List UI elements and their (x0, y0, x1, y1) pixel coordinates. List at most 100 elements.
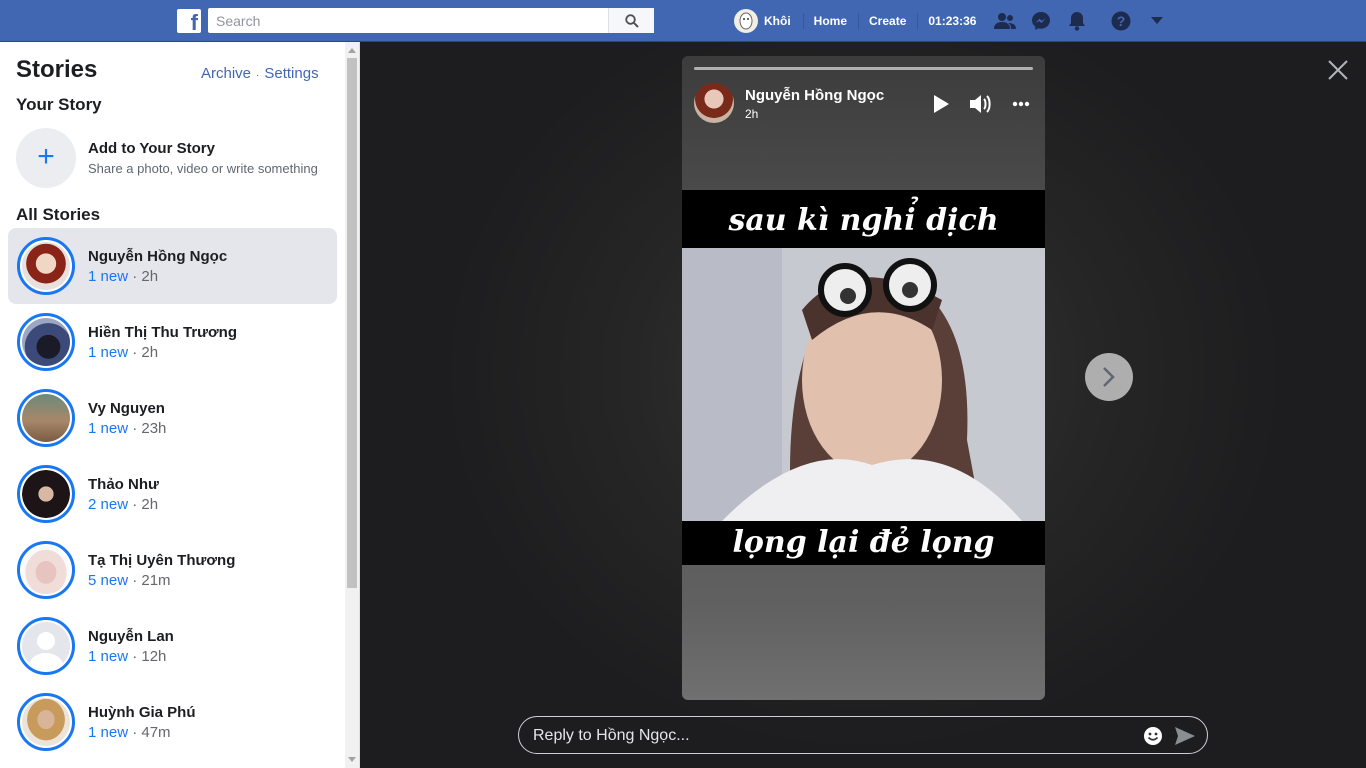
facebook-logo[interactable]: f (177, 9, 201, 33)
story-item[interactable]: Huỳnh Gia Phú 1 new · 47m (8, 684, 337, 760)
avatar[interactable] (694, 83, 734, 123)
friend-requests-button[interactable] (987, 0, 1023, 42)
story-meta: 2 new · 2h (88, 496, 158, 513)
story-author: Hiền Thị Thu Trương (88, 324, 238, 341)
story-ring (17, 465, 75, 523)
story-card[interactable]: Nguyễn Hồng Ngọc 2h sau kì nghỉ dịch lọn… (682, 56, 1045, 700)
story-author: Nguyễn Hồng Ngọc (88, 248, 228, 265)
story-meta: 1 new · 12h (88, 648, 166, 665)
meta-separator: · (128, 496, 142, 513)
link-separator: · (256, 70, 260, 81)
story-ring (17, 541, 75, 599)
search-box (208, 8, 654, 33)
friends-icon (994, 13, 1017, 29)
story-meta: 5 new · 21m (88, 572, 171, 589)
settings-link[interactable]: Settings (264, 65, 318, 82)
story-viewer: Nguyễn Hồng Ngọc 2h sau kì nghỉ dịch lọn… (360, 42, 1366, 768)
play-icon (934, 95, 949, 113)
new-count: 1 new (88, 724, 129, 741)
volume-button[interactable] (969, 92, 993, 116)
story-progress-bar (694, 67, 1033, 70)
story-time: 21m (141, 572, 171, 589)
meta-separator: · (128, 572, 142, 589)
clock-display: 01:23:36 (917, 0, 987, 42)
story-meta: 1 new · 47m (88, 724, 171, 741)
new-count: 1 new (88, 420, 129, 437)
default-avatar-icon (22, 622, 70, 670)
page-title: Stories (16, 56, 98, 83)
meta-separator: · (128, 344, 142, 361)
search-icon (624, 13, 639, 28)
new-count: 1 new (88, 268, 129, 285)
menu-caret-icon (1151, 17, 1164, 24)
story-author: Nguyễn Lan (88, 628, 174, 645)
notifications-icon (1069, 12, 1086, 31)
avatar (22, 318, 70, 366)
story-list: Nguyễn Hồng Ngọc 1 new · 2h Hiền Thị Thu… (8, 228, 337, 760)
play-button[interactable] (929, 92, 953, 116)
story-item[interactable]: Nguyễn Lan 1 new · 12h (8, 608, 337, 684)
story-ring (17, 693, 75, 751)
chevron-right-icon (1103, 367, 1115, 387)
story-author: Vy Nguyen (88, 400, 165, 417)
notifications-button[interactable] (1059, 0, 1095, 42)
home-link[interactable]: Home (802, 0, 858, 42)
messenger-icon (1032, 12, 1051, 30)
sidebar-links: Archive · Settings (201, 65, 319, 82)
avatar (734, 9, 758, 33)
avatar (22, 546, 70, 594)
story-time: 2h (141, 268, 159, 285)
caption-top: sau kì nghỉ dịch (682, 190, 1045, 248)
archive-link[interactable]: Archive (201, 65, 251, 82)
reply-input[interactable] (531, 717, 1135, 755)
add-to-story-button[interactable]: + Add to Your Story Share a photo, video… (16, 128, 336, 188)
avatar (22, 394, 70, 442)
user-avatar-icon (739, 12, 753, 30)
avatar (22, 242, 70, 290)
story-time: 23h (141, 420, 167, 437)
meta-separator: · (128, 268, 142, 285)
all-stories-heading: All Stories (16, 205, 101, 224)
avatar (22, 470, 70, 518)
meta-separator: · (128, 420, 142, 437)
story-author: Tạ Thị Uyên Thương (88, 552, 236, 569)
story-timestamp: 2h (745, 107, 759, 121)
search-input[interactable] (208, 8, 608, 33)
story-author-name[interactable]: Nguyễn Hồng Ngọc (745, 87, 884, 104)
caption-bottom: lọng lại đẻ lọng (682, 521, 1045, 565)
story-author: Thảo Như (88, 476, 159, 493)
svg-text:?: ? (1117, 13, 1126, 29)
send-icon[interactable] (1174, 725, 1196, 747)
messenger-button[interactable] (1023, 0, 1059, 42)
more-options-button[interactable] (1009, 92, 1033, 116)
create-link[interactable]: Create (858, 0, 917, 42)
help-button[interactable]: ? (1103, 0, 1139, 42)
avatar (22, 698, 70, 746)
story-item[interactable]: Tạ Thị Uyên Thương 5 new · 21m (8, 532, 337, 608)
scrollbar-thumb[interactable] (347, 58, 357, 588)
more-dots-icon (1012, 101, 1030, 107)
story-time: 12h (141, 648, 167, 665)
account-menu-button[interactable] (1139, 0, 1175, 42)
new-count: 1 new (88, 648, 129, 665)
scroll-up-arrow-icon[interactable] (348, 48, 356, 53)
story-item[interactable]: Thảo Như 2 new · 2h (8, 456, 337, 532)
story-item[interactable]: Vy Nguyen 1 new · 23h (8, 380, 337, 456)
story-media: sau kì nghỉ dịch lọng lại đẻ lọng (682, 190, 1045, 565)
story-ring (17, 617, 75, 675)
close-icon[interactable] (1326, 58, 1350, 82)
emoji-icon[interactable] (1143, 726, 1163, 746)
new-count: 5 new (88, 572, 129, 589)
story-time: 2h (141, 344, 159, 361)
scroll-down-arrow-icon[interactable] (348, 757, 356, 762)
next-story-button[interactable] (1085, 353, 1133, 401)
profile-link[interactable]: Khôi (734, 9, 803, 33)
sidebar-scrollbar[interactable] (345, 42, 359, 768)
story-item[interactable]: Hiền Thị Thu Trương 1 new · 2h (8, 304, 337, 380)
your-story-heading: Your Story (16, 95, 102, 114)
search-button[interactable] (608, 8, 654, 33)
story-item[interactable]: Nguyễn Hồng Ngọc 1 new · 2h (8, 228, 337, 304)
add-story-title: Add to Your Story (88, 140, 215, 157)
plus-icon: + (16, 128, 76, 188)
new-count: 1 new (88, 344, 129, 361)
